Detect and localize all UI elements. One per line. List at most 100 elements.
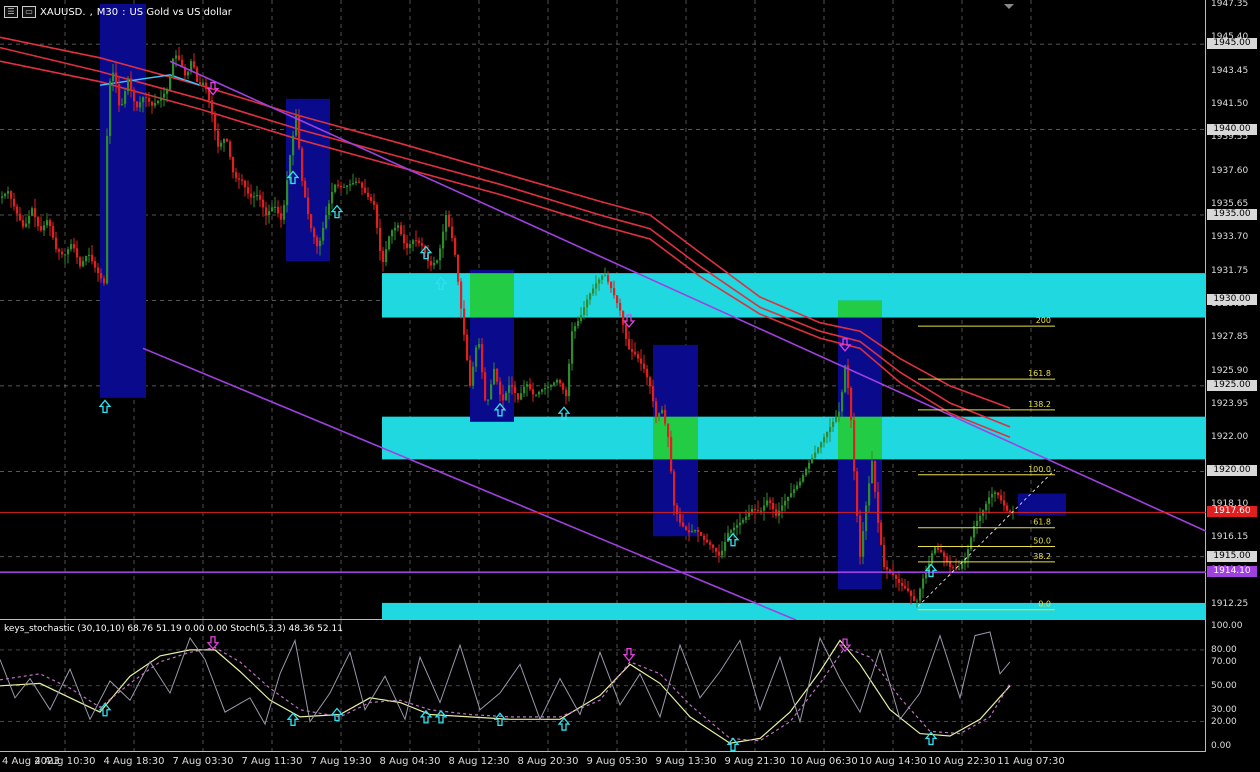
candle-body bbox=[172, 58, 175, 77]
candle-body bbox=[385, 249, 388, 263]
candle-body bbox=[226, 138, 229, 142]
candle-body bbox=[85, 256, 88, 262]
candle-body bbox=[814, 452, 817, 458]
candle-body bbox=[529, 384, 532, 390]
candle-body bbox=[697, 529, 700, 532]
candle-body bbox=[898, 578, 901, 583]
timeframe: M30 bbox=[96, 6, 119, 18]
fibonacci-level-label: 200 bbox=[1036, 316, 1051, 325]
price-axis[interactable]: 1947.351945.401943.451941.501939.551937.… bbox=[1206, 0, 1260, 620]
candle-body bbox=[787, 496, 790, 501]
candle-body bbox=[433, 262, 436, 266]
oscillator-tick-label: 70.00 bbox=[1211, 656, 1237, 667]
candle-body bbox=[460, 281, 463, 309]
candle-body bbox=[862, 531, 865, 557]
candle-body bbox=[670, 437, 673, 472]
candle-body bbox=[277, 206, 280, 214]
time-tick-label: 8 Aug 20:30 bbox=[517, 756, 579, 767]
candle-body bbox=[499, 381, 502, 395]
price-tick-label: 1923.95 bbox=[1211, 398, 1249, 409]
candle-body bbox=[625, 324, 628, 339]
candle-body bbox=[688, 530, 691, 533]
buy-arrow-icon bbox=[98, 399, 112, 414]
candle-body bbox=[373, 200, 376, 205]
candle-body bbox=[667, 423, 670, 438]
candle-body bbox=[796, 485, 799, 490]
candle-body bbox=[883, 544, 886, 568]
candle-body bbox=[718, 551, 721, 556]
candle-body bbox=[244, 180, 247, 188]
candle-body bbox=[694, 529, 697, 532]
fibonacci-level-label: 38.2 bbox=[1033, 552, 1051, 561]
candle-body bbox=[616, 295, 619, 304]
candle-body bbox=[571, 331, 574, 364]
time-tick-label: 7 Aug 03:30 bbox=[172, 756, 234, 767]
oscillator-line bbox=[0, 639, 1011, 744]
candle-body bbox=[466, 334, 469, 361]
candle-body bbox=[553, 382, 556, 386]
candle-body bbox=[508, 385, 511, 393]
candle-body bbox=[820, 442, 823, 448]
candle-body bbox=[970, 537, 973, 550]
price-level-label: 1945.00 bbox=[1207, 38, 1257, 50]
candle-body bbox=[961, 563, 964, 569]
candle-body bbox=[175, 55, 178, 59]
candle-body bbox=[844, 365, 847, 393]
candle-body bbox=[151, 101, 154, 106]
candle-body bbox=[442, 231, 445, 249]
candle-body bbox=[811, 457, 814, 463]
sell-arrow-icon bbox=[622, 648, 636, 662]
candle-body bbox=[748, 512, 751, 517]
candle-body bbox=[664, 409, 667, 424]
candle-body bbox=[982, 510, 985, 516]
candle-body bbox=[319, 240, 322, 247]
candle-body bbox=[484, 372, 487, 401]
stochastic-oscillator-chart[interactable] bbox=[0, 620, 1206, 752]
candle-body bbox=[112, 72, 115, 82]
candle-body bbox=[661, 409, 664, 414]
candle-body bbox=[76, 248, 79, 258]
candle-body bbox=[409, 244, 412, 248]
candle-body bbox=[343, 186, 346, 188]
candle-body bbox=[610, 281, 613, 289]
candle-body bbox=[352, 182, 355, 185]
fibonacci-level-label: 138.2 bbox=[1028, 400, 1051, 409]
candle-body bbox=[286, 180, 289, 206]
price-chart[interactable]: 200 161.8 138.2 100.0 61.8 50.0 38.2 0.0 bbox=[0, 0, 1206, 620]
supply-demand-zone bbox=[382, 602, 1206, 620]
candle-body bbox=[478, 344, 481, 348]
candle-body bbox=[580, 314, 583, 321]
candle-body bbox=[91, 254, 94, 262]
candle-body bbox=[856, 471, 859, 516]
candle-body bbox=[247, 187, 250, 194]
candle-body bbox=[238, 178, 241, 180]
candle-body bbox=[577, 320, 580, 327]
candle-body bbox=[361, 182, 364, 188]
candle-body bbox=[604, 275, 607, 277]
candle-body bbox=[901, 582, 904, 586]
candle-body bbox=[301, 148, 304, 181]
candle-body bbox=[976, 520, 979, 527]
chart-menu-icon[interactable]: ☰ bbox=[4, 6, 18, 18]
candle-body bbox=[550, 385, 553, 387]
candle-body bbox=[463, 308, 466, 335]
oscillator-line bbox=[0, 631, 1011, 726]
candle-body bbox=[769, 500, 772, 503]
candle-body bbox=[43, 225, 46, 231]
candle-body bbox=[103, 278, 106, 284]
time-axis[interactable]: 4 Aug 2023 4 Aug 10:30 4 Aug 18:30 7 Aug 03… bbox=[0, 752, 1206, 772]
chart-window-icon[interactable]: ▭ bbox=[22, 6, 36, 18]
candle-body bbox=[739, 522, 742, 526]
candle-body bbox=[283, 205, 286, 220]
time-tick-label: 10 Aug 22:30 bbox=[928, 756, 996, 767]
candle-body bbox=[487, 399, 490, 401]
candle-body bbox=[505, 392, 508, 401]
candle-body bbox=[985, 503, 988, 511]
candle-body bbox=[703, 535, 706, 540]
candle-body bbox=[214, 114, 217, 131]
candle-body bbox=[100, 273, 103, 279]
symbol-name: XAUUSD. bbox=[40, 6, 86, 18]
candle-body bbox=[559, 379, 562, 384]
candle-body bbox=[637, 354, 640, 359]
candle-body bbox=[307, 197, 310, 215]
